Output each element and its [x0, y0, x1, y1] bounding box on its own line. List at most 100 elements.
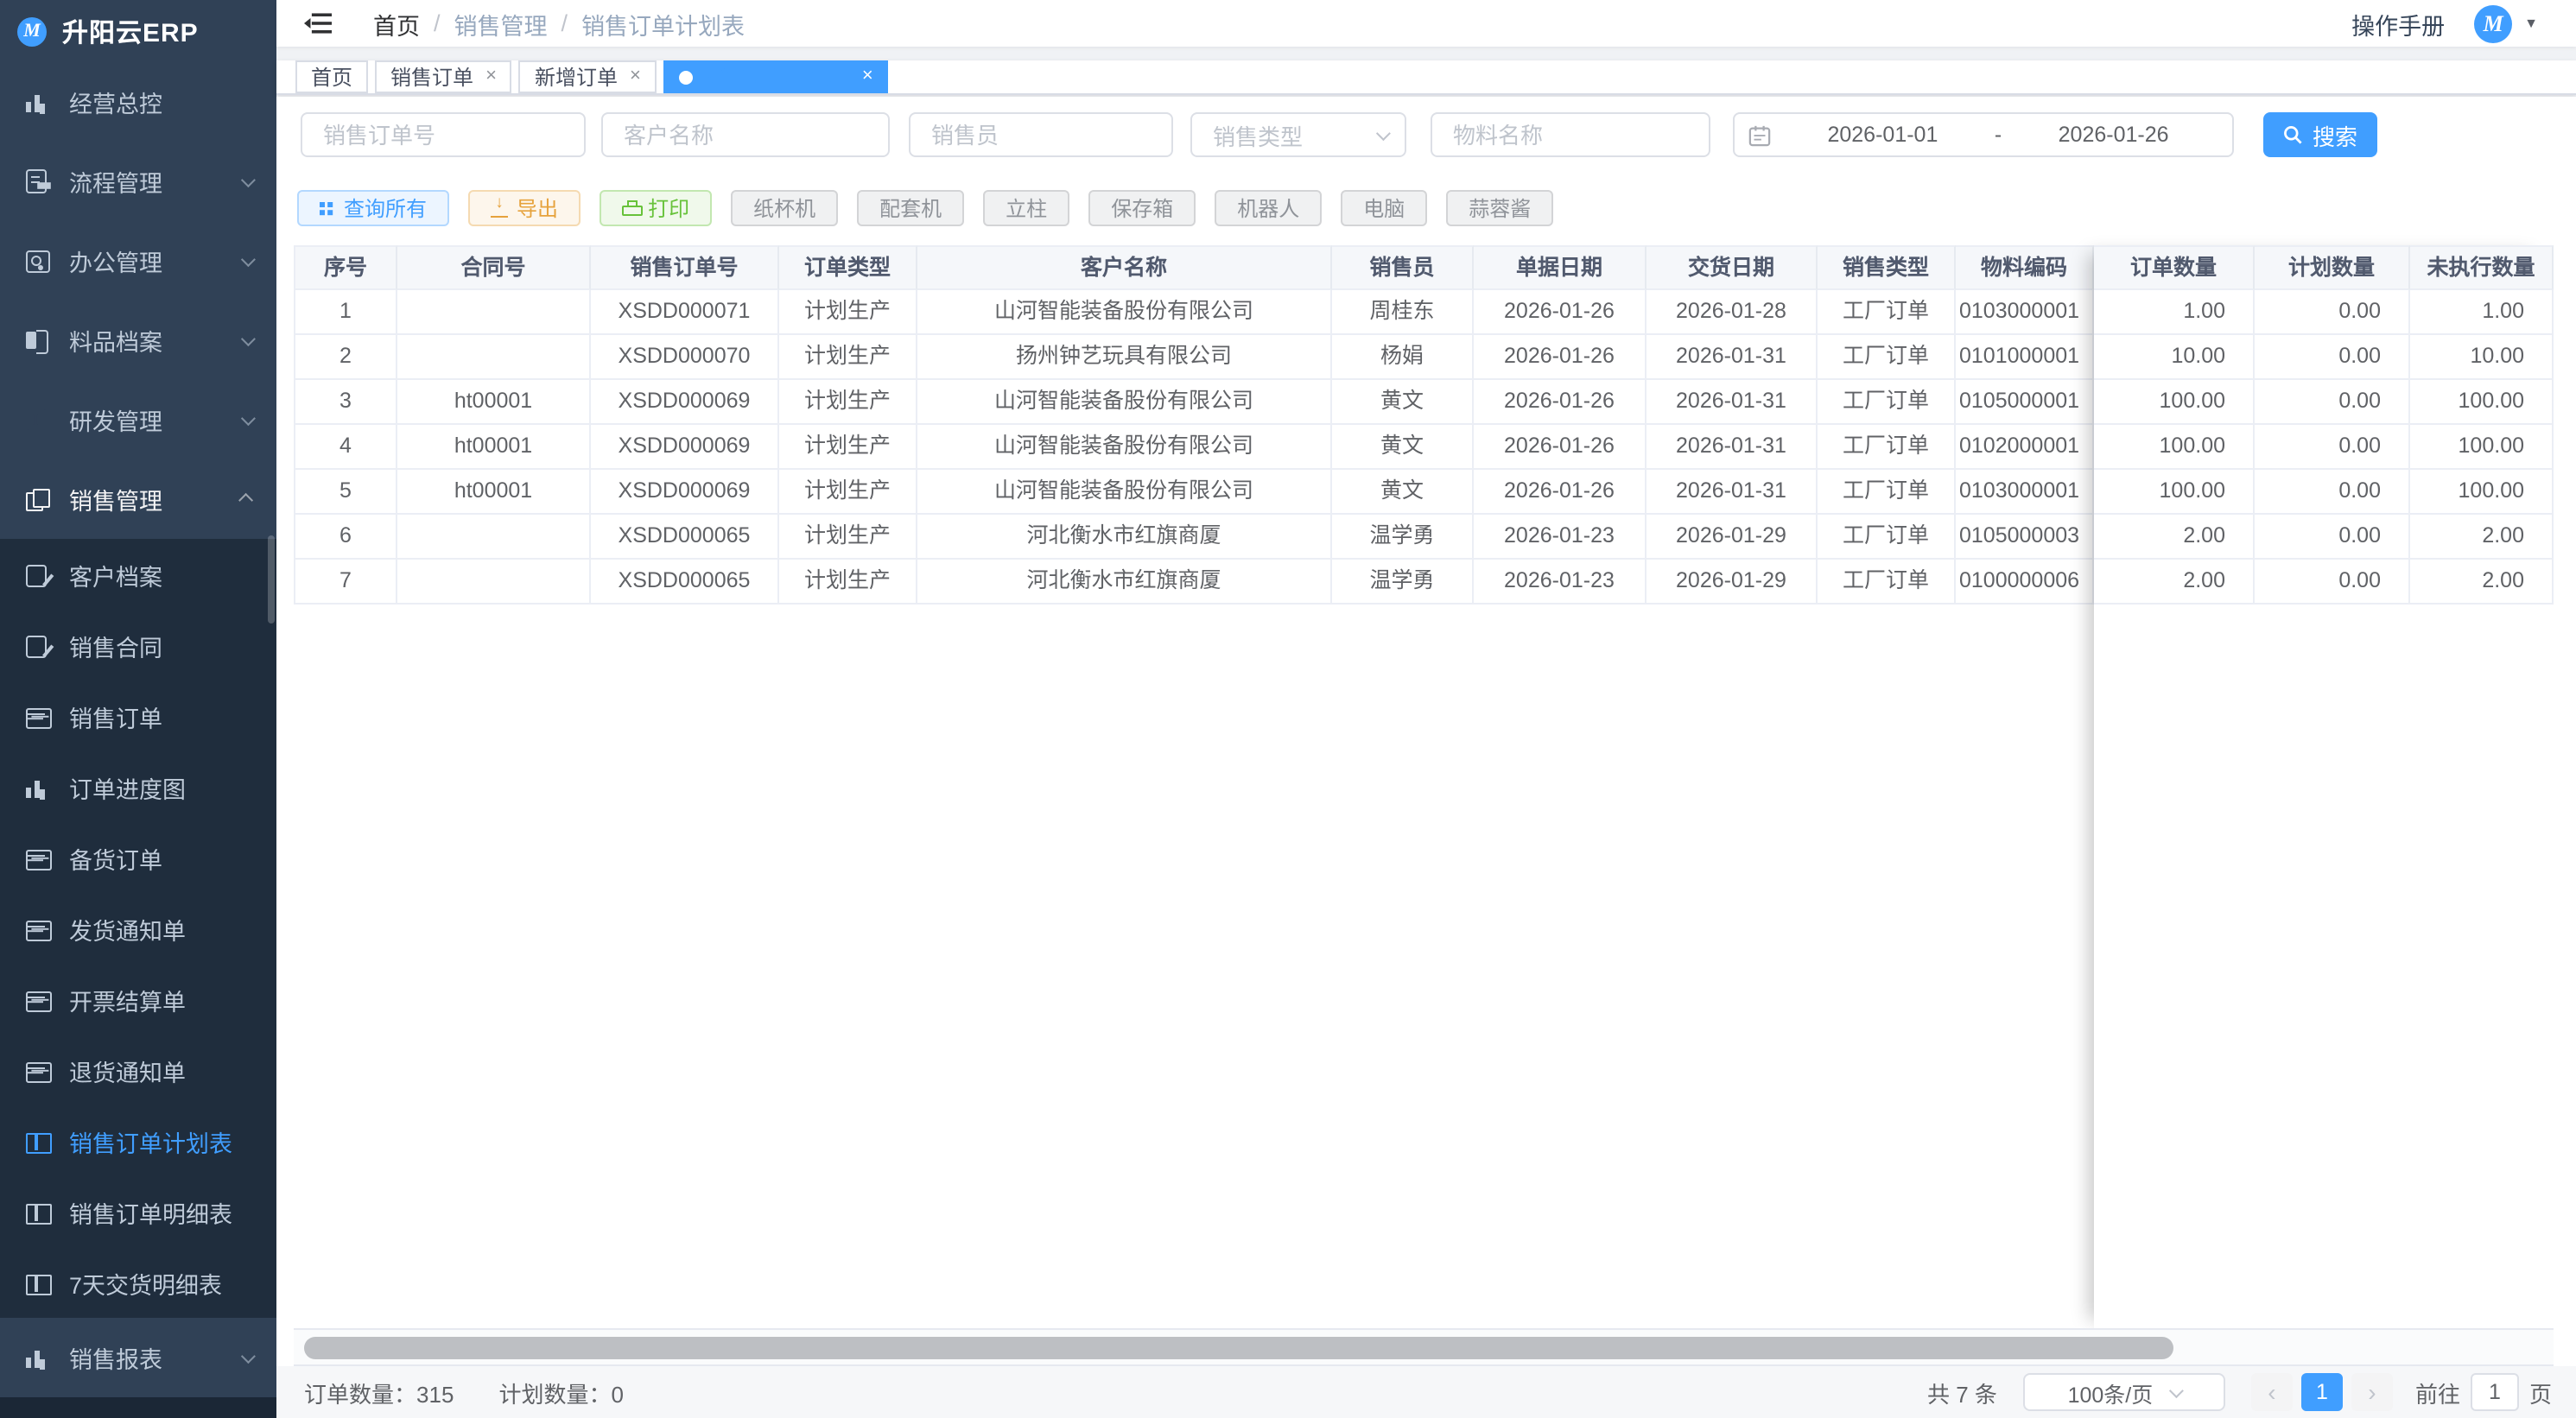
- topbar: 首页 / 销售管理 / 销售订单计划表 操作手册 M ▼: [276, 0, 2576, 47]
- sidebar-subitem-9[interactable]: 销售订单明细表: [0, 1176, 276, 1247]
- sidebar-item-4[interactable]: 研发管理: [0, 380, 276, 459]
- cell-order-qty: 2.00: [2094, 515, 2255, 560]
- cell-customer-name: 山河智能装备股份有限公司: [917, 380, 1332, 425]
- cell-doc-date: 2026-01-23: [1474, 515, 1646, 560]
- action-button-2[interactable]: 打印: [600, 190, 712, 226]
- printer-icon: [622, 199, 639, 217]
- breadcrumb-sales[interactable]: 销售管理: [454, 6, 548, 41]
- cell-material-code: 0103000001: [1956, 290, 2094, 335]
- rnd-icon: [24, 408, 48, 432]
- sidebar-subitem-1[interactable]: 销售合同: [0, 610, 276, 681]
- cell-unexecuted-qty: 100.00: [2410, 425, 2554, 470]
- manual-link[interactable]: 操作手册: [2351, 6, 2445, 41]
- date-end[interactable]: 2026-01-26: [2008, 123, 2218, 147]
- export-download-icon: [491, 199, 508, 217]
- cell-doc-date: 2026-01-23: [1474, 560, 1646, 605]
- prev-page-button[interactable]: ‹: [2251, 1373, 2293, 1411]
- sidebar-subitem-0[interactable]: 客户档案: [0, 539, 276, 610]
- order-no-input[interactable]: [301, 112, 586, 157]
- action-button-7[interactable]: 机器人: [1215, 190, 1322, 226]
- fixed-row-6[interactable]: 2.00 0.00 2.00: [2094, 560, 2554, 605]
- fixed-row-5[interactable]: 2.00 0.00 2.00: [2094, 515, 2554, 560]
- fixed-row-3[interactable]: 100.00 0.00 100.00: [2094, 425, 2554, 470]
- sidebar-subitem-10[interactable]: 7天交货明细表: [0, 1247, 276, 1318]
- sidebar-item-2[interactable]: 办公管理: [0, 221, 276, 301]
- col-doc-date: 单据日期: [1474, 245, 1646, 290]
- cell-sales-order-no: XSDD000070: [591, 335, 779, 380]
- action-button-5[interactable]: 立柱: [983, 190, 1069, 226]
- breadcrumb-home[interactable]: 首页: [373, 6, 420, 41]
- sidebar-item-0[interactable]: 经营总控: [0, 62, 276, 142]
- cell-unexecuted-qty: 1.00: [2410, 290, 2554, 335]
- sidebar-subitem-2[interactable]: 销售订单: [0, 681, 276, 751]
- tab-0[interactable]: 首页 ×: [295, 60, 368, 93]
- page-size-select[interactable]: 100条/页: [2023, 1373, 2225, 1411]
- sidebar-item-sales-management[interactable]: 销售管理: [0, 459, 276, 539]
- fixed-row-4[interactable]: 100.00 0.00 100.00: [2094, 470, 2554, 515]
- page-1-button[interactable]: 1: [2301, 1373, 2343, 1411]
- bar-chart-icon: [24, 1345, 48, 1370]
- collapse-menu-icon[interactable]: [304, 12, 332, 35]
- close-icon[interactable]: ×: [862, 67, 873, 86]
- tab-2[interactable]: 新增订单 ×: [519, 60, 657, 93]
- fixed-row-0[interactable]: 1.00 0.00 1.00: [2094, 290, 2554, 335]
- action-button-8[interactable]: 电脑: [1341, 190, 1427, 226]
- customer-name-input[interactable]: [601, 112, 890, 157]
- date-start[interactable]: 2026-01-01: [1778, 123, 1988, 147]
- cell-unexecuted-qty: 2.00: [2410, 515, 2554, 560]
- action-button-9[interactable]: 蒜蓉酱: [1446, 190, 1553, 226]
- cell-sales-order-no: XSDD000065: [591, 560, 779, 605]
- horizontal-scrollbar-thumb[interactable]: [304, 1337, 2173, 1359]
- fixed-row-2[interactable]: 100.00 0.00 100.00: [2094, 380, 2554, 425]
- cell-customer-name: 河北衡水市红旗商厦: [917, 560, 1332, 605]
- search-button[interactable]: 搜索: [2263, 112, 2377, 157]
- close-icon[interactable]: ×: [630, 67, 641, 86]
- app-title: 升阳云ERP: [62, 13, 199, 49]
- next-page-button[interactable]: ›: [2351, 1373, 2393, 1411]
- tab-1[interactable]: 销售订单 ×: [375, 60, 512, 93]
- cell-customer-name: 扬州钟艺玩具有限公司: [917, 335, 1332, 380]
- sidebar-subitem-3[interactable]: 订单进度图: [0, 751, 276, 822]
- action-button-1[interactable]: 导出: [468, 190, 581, 226]
- notebook-pen-icon: [24, 633, 48, 657]
- cell-doc-date: 2026-01-26: [1474, 470, 1646, 515]
- cell-salesman: 周桂东: [1332, 290, 1474, 335]
- action-button-0[interactable]: 查询所有: [297, 190, 449, 226]
- sidebar-subitem-6[interactable]: 开票结算单: [0, 964, 276, 1035]
- col-customer-name: 客户名称: [917, 245, 1332, 290]
- sidebar-item-3[interactable]: 料品档案: [0, 301, 276, 380]
- sidebar-subitem-7[interactable]: 退货通知单: [0, 1035, 276, 1105]
- sidebar: M 升阳云ERP 经营总控 流程管理 办公管理 料品档案: [0, 0, 276, 1418]
- sidebar-item-1[interactable]: 流程管理: [0, 142, 276, 221]
- chevron-down-icon: [241, 411, 256, 426]
- cell-order-type: 计划生产: [779, 290, 917, 335]
- close-icon[interactable]: ×: [485, 67, 497, 86]
- sales-type-select[interactable]: 销售类型: [1190, 112, 1406, 157]
- sidebar-scrollbar[interactable]: [268, 535, 275, 624]
- fixed-row-1[interactable]: 10.00 0.00 10.00: [2094, 335, 2554, 380]
- cell-delivery-date: 2026-01-31: [1646, 335, 1818, 380]
- sidebar-subitem-4[interactable]: 备货订单: [0, 822, 276, 893]
- cell-delivery-date: 2026-01-31: [1646, 425, 1818, 470]
- sidebar-subitem-5[interactable]: 发货通知单: [0, 893, 276, 964]
- cell-contract-no: ht00001: [397, 380, 591, 425]
- cell-material-code: 0105000001: [1956, 380, 2094, 425]
- order-qty-summary: 订单数量：315: [304, 1376, 454, 1409]
- date-range-picker[interactable]: 2026-01-01 - 2026-01-26: [1733, 112, 2234, 157]
- user-dropdown-caret-icon[interactable]: ▼: [2524, 16, 2538, 31]
- avatar[interactable]: M: [2474, 4, 2512, 42]
- goto-page-input[interactable]: [2471, 1373, 2519, 1411]
- action-button-4[interactable]: 配套机: [857, 190, 964, 226]
- salesman-input[interactable]: [909, 112, 1173, 157]
- cell-order-type: 计划生产: [779, 425, 917, 470]
- action-button-3[interactable]: 纸杯机: [731, 190, 838, 226]
- cell-unexecuted-qty: 2.00: [2410, 560, 2554, 605]
- action-button-6[interactable]: 保存箱: [1088, 190, 1196, 226]
- material-name-input[interactable]: [1431, 112, 1710, 157]
- tab-3[interactable]: 销售订单计划表 ×: [663, 60, 889, 93]
- horizontal-scrollbar[interactable]: [294, 1328, 2554, 1366]
- cell-order-type: 计划生产: [779, 470, 917, 515]
- sidebar-item-sales-report[interactable]: 销售报表: [0, 1318, 276, 1397]
- cell-delivery-date: 2026-01-31: [1646, 380, 1818, 425]
- sidebar-subitem-8[interactable]: 销售订单计划表: [0, 1105, 276, 1176]
